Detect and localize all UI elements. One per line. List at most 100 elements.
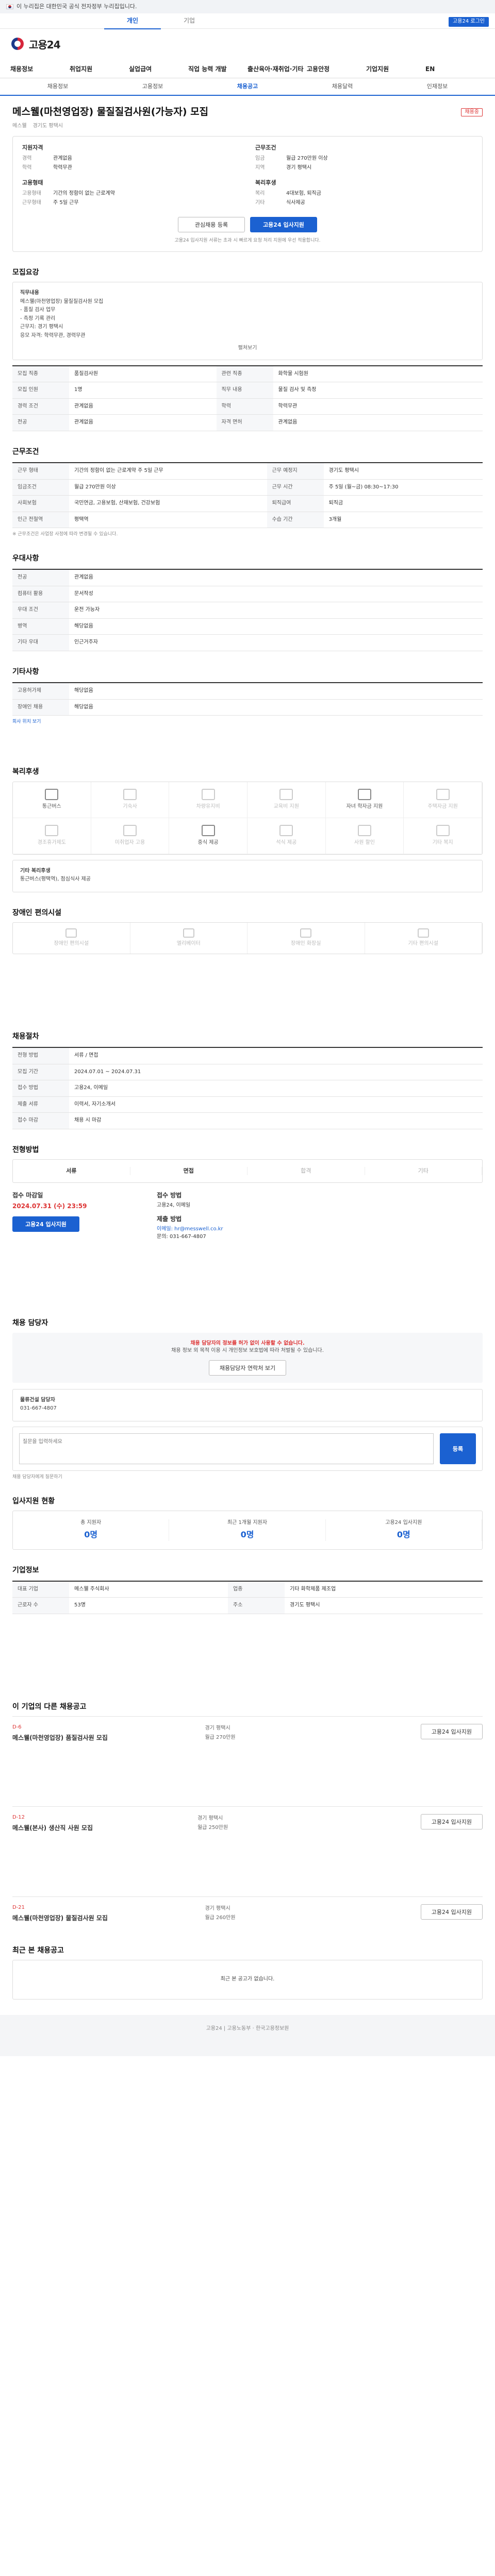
th: 근무 시간	[267, 479, 324, 496]
disability-grid: 장애인 편의시설 엘리베이터 장애인 화장실 기타 편의시설	[12, 922, 483, 954]
th: 퇴직급여	[267, 495, 324, 512]
section-contact: 채용 담당자 채용 담당자의 정보를 허가 없이 사용할 수 없습니다. 채용 …	[12, 1318, 483, 1480]
job-pay: 월급 260만원	[205, 1915, 236, 1921]
job-region: 경기 평택시	[205, 1906, 230, 1912]
kv-value: 관계없음	[53, 155, 72, 161]
nav-item[interactable]: 기업지원	[366, 65, 425, 74]
stat-item: 최근 1개월 지원자 0명	[169, 1519, 326, 1541]
login-button[interactable]: 고용24 로그인	[449, 17, 489, 27]
td: 53명	[69, 1597, 228, 1614]
th: 대표 기업	[12, 1581, 69, 1598]
detail-line: - 품질 검사 업무	[20, 307, 56, 313]
th: 주소	[228, 1597, 285, 1614]
th: 자격 면허	[216, 414, 273, 431]
job-region: 경기 평택시	[197, 1816, 223, 1822]
th: 모집 기간	[12, 1064, 69, 1081]
tab-company[interactable]: 기업	[161, 13, 218, 29]
apply-button-2[interactable]: 고용24 입사지원	[12, 1216, 79, 1232]
map-link[interactable]: 회사 위치 보기	[12, 719, 483, 725]
wheelchair-icon	[65, 928, 77, 938]
gov-text: 이 누리집은 대한민국 공식 전자정부 누리집입니다.	[16, 3, 137, 10]
nav-item[interactable]: 직업 능력 개발	[188, 65, 248, 74]
job-item[interactable]: D-12 메스웰(본사) 생산직 사원 모집 경기 평택시 월급 250만원 고용2…	[12, 1806, 483, 1840]
facility-label: 장애인 화장실	[291, 941, 321, 947]
job-title[interactable]: 메스웰(마천영업장) 물질검사원 모집	[12, 1914, 108, 1923]
welfare-item: 사원 할인	[325, 818, 404, 854]
job-item[interactable]: D-21 메스웰(마천영업장) 물질검사원 모집 경기 평택시 월급 260만원 고…	[12, 1896, 483, 1930]
job-apply-button[interactable]: 고용24 입사지원	[420, 1904, 483, 1920]
kv-key: 학력	[22, 164, 32, 171]
nav-item[interactable]: 고용안정	[307, 65, 366, 74]
show-contact-button[interactable]: 채용담당자 연락처 보기	[208, 1360, 287, 1376]
warning-text: 채용 정보 외 목적 이용 시 개인정보 보호법에 따라 처벌될 수 있습니다.	[171, 1348, 324, 1354]
job-apply-button[interactable]: 고용24 입사지원	[420, 1814, 483, 1830]
kv-value: 주 5일 근무	[53, 199, 79, 206]
welfare-item: 교육비 지원	[248, 782, 326, 818]
subnav-item[interactable]: 채용달력	[295, 82, 390, 91]
apply-button[interactable]: 고용24 입사지원	[250, 216, 317, 232]
td: 채용 시 마감	[69, 1112, 483, 1129]
section-title: 기타사항	[12, 667, 39, 676]
company-region: 경기도 평택시	[32, 123, 63, 129]
welfare-item: 경조휴가제도	[13, 818, 91, 854]
td: 메스웰 주식회사	[69, 1581, 228, 1598]
td: 관계없음	[69, 569, 483, 586]
question-input[interactable]	[19, 1433, 434, 1464]
welfare-label: 미취업자 고용	[114, 839, 145, 845]
dots-icon	[417, 928, 429, 938]
job-title[interactable]: 메스웰(마천영업장) 품질검사원 모집	[12, 1734, 108, 1742]
summary-card: 지원자격 경력 관계없음 학력 학력무관 근무조건 임금 월급 270만원 이상 지역…	[12, 136, 483, 252]
welfare-item: 기숙사	[91, 782, 170, 818]
section-title: 우대사항	[12, 554, 39, 563]
nav-item[interactable]: 취업지원	[70, 65, 129, 74]
status-badge: 채용중	[461, 108, 483, 117]
td: 해당없음	[69, 699, 483, 716]
td: 품질검사원	[69, 365, 217, 383]
submit-tel: 문의: 031-667-4807	[157, 1233, 206, 1240]
nav-item[interactable]: 실업급여	[129, 65, 188, 74]
kv-key: 기타	[255, 199, 265, 206]
subnav-item[interactable]: 고용정보	[105, 82, 200, 91]
toilet-icon	[300, 928, 312, 938]
submit-email[interactable]: 이메일: hr@messwell.co.kr	[157, 1226, 483, 1233]
job-item[interactable]: D-6 메스웰(마천영업장) 품질검사원 모집 경기 평택시 월급 270만원 고용…	[12, 1716, 483, 1750]
subnav-item[interactable]: 채용정보	[10, 82, 105, 91]
kv-value: 경기 평택시	[286, 164, 312, 171]
detail-line: 직무내용	[20, 290, 39, 296]
question-submit-button[interactable]: 등록	[440, 1433, 476, 1464]
welfare-label: 경조휴가제도	[37, 839, 66, 845]
facility-item: 엘리베이터	[130, 922, 248, 954]
section-etc: 기타사항 고용허가제 해당없음 장애인 채용 해당없음 회사 위치 보기	[12, 667, 483, 751]
contact-tel: 031-667-4807	[20, 1405, 57, 1412]
site-logo[interactable]: 고용24	[10, 38, 61, 53]
th: 모집 인원	[12, 382, 69, 399]
scrap-button[interactable]: 관심채용 등록	[178, 216, 245, 232]
welfare-label: 기숙사	[123, 803, 137, 809]
section-title: 입사지원 현황	[12, 1497, 55, 1505]
step-item: 기타	[365, 1166, 482, 1175]
welfare-label: 통근버스	[42, 803, 61, 809]
td: 퇴직금	[323, 495, 483, 512]
job-title[interactable]: 메스웰(본사) 생산직 사원 모집	[12, 1824, 93, 1833]
etc-table: 고용허가제 해당없음 장애인 채용 해당없음	[12, 682, 483, 716]
subnav-item-active[interactable]: 채용공고	[200, 82, 295, 91]
logo-icon	[10, 38, 25, 52]
facility-label: 엘리베이터	[176, 941, 201, 947]
job-apply-button[interactable]: 고용24 입사지원	[420, 1724, 483, 1740]
welfare-item: 석식 제공	[248, 818, 326, 854]
nav-item[interactable]: 출산육아·재취업·기타	[248, 65, 307, 74]
expand-button[interactable]: 펼쳐보기	[20, 345, 475, 352]
tab-personal[interactable]: 개인	[104, 13, 161, 29]
th: 경력 조건	[12, 398, 69, 415]
subnav-item[interactable]: 인재정보	[390, 82, 485, 91]
welfare-item: 주택자금 지원	[404, 782, 482, 818]
nav-item[interactable]: EN	[425, 65, 485, 74]
nav-item[interactable]: 채용정보	[10, 65, 70, 74]
stat-value: 0명	[84, 1530, 98, 1540]
th: 직무 내용	[216, 382, 273, 399]
contact-warning: 채용 담당자의 정보를 허가 없이 사용할 수 없습니다. 채용 정보 외 목적…	[12, 1332, 483, 1383]
step-item: 면접	[130, 1166, 248, 1175]
th: 근로자 수	[12, 1597, 69, 1614]
welfare-note-title: 기타 복리후생	[20, 868, 51, 874]
